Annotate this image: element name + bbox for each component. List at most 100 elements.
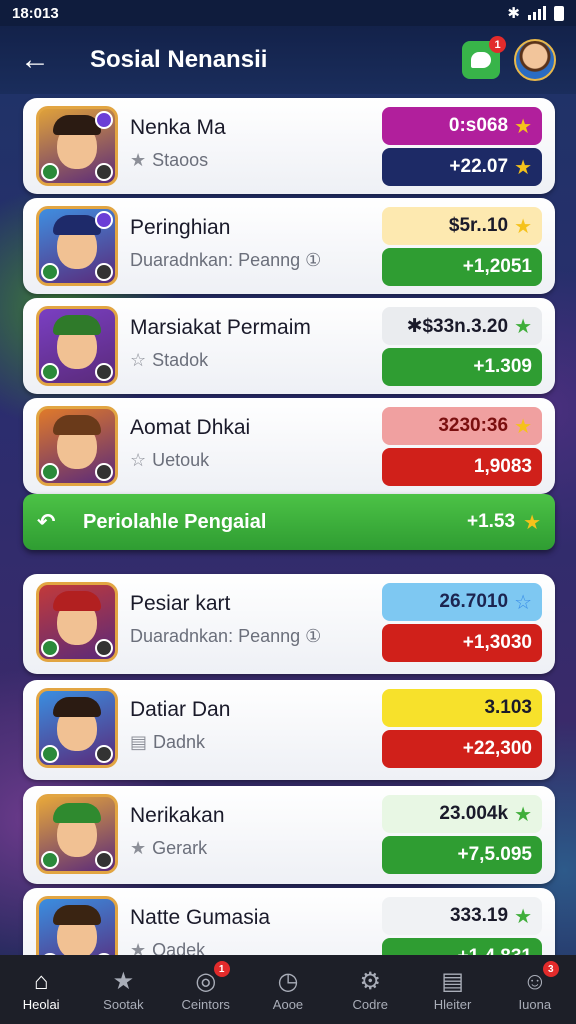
chat-icon: ▤ <box>130 732 148 752</box>
featured-banner[interactable]: ↶ Periolahle Pengaial +1.53 ★ <box>23 494 555 550</box>
nav-item[interactable]: ⌂ Heolai <box>0 955 82 1024</box>
game-subtitle-text: Dadnk <box>153 732 206 752</box>
nav-label: Iuona <box>518 997 552 1012</box>
game-name: Natte Gumasia <box>130 906 271 929</box>
check-icon <box>95 163 113 181</box>
app-header: ← Sosial Nenansii 1 <box>0 26 576 94</box>
game-subtitle-text: Duaradnkan: Peanng ① <box>130 250 322 270</box>
game-subtitle: ☆ Stadok <box>130 350 208 371</box>
game-icon[interactable] <box>36 206 118 286</box>
game-icon[interactable] <box>36 688 118 768</box>
star-icon: ★ <box>130 150 147 170</box>
score-value: 0:s068 <box>448 115 509 136</box>
character-hair <box>53 215 101 235</box>
nav-item[interactable]: ◷ Aooe <box>247 955 329 1024</box>
score-value: 3.103 <box>484 697 532 718</box>
level-icon <box>41 263 59 281</box>
game-card[interactable]: Aomat Dhkai ☆ Uetouk 3230:36 ★ 1,9083 <box>23 398 555 494</box>
game-subtitle-text: Gerark <box>152 838 208 858</box>
game-name: Pesiar kart <box>130 592 231 615</box>
back-arrow-icon[interactable]: ← <box>20 45 56 75</box>
game-subtitle: ★ Staoos <box>130 150 208 171</box>
nav-item[interactable]: ⚙ Codre <box>329 955 411 1024</box>
score-value: 333.19 <box>449 905 509 926</box>
game-card[interactable]: Peringhian Duaradnkan: Peanng ① $5r..10 ★ +1… <box>23 198 555 294</box>
nav-item[interactable]: ☺ Iuona 3 <box>494 955 576 1024</box>
star-icon: ★ <box>514 315 532 338</box>
avatar[interactable] <box>514 39 556 81</box>
score-pill[interactable]: 26.7010 ☆ <box>382 583 542 621</box>
reward-pill[interactable]: +22,300 <box>382 730 542 768</box>
check-icon <box>95 851 113 869</box>
check-icon <box>95 745 113 763</box>
game-icon[interactable] <box>36 406 118 486</box>
nav-label: Heolai <box>22 997 60 1012</box>
score-pill[interactable]: $5r..10 ★ <box>382 207 542 245</box>
nav-label: Codre <box>352 997 388 1012</box>
character-hair <box>53 697 101 717</box>
score-pill[interactable]: ✱$33n.3.20 ★ <box>382 307 542 345</box>
score-value: $5r..10 <box>448 215 509 236</box>
game-icon[interactable] <box>36 106 118 186</box>
game-subtitle-text: Stadok <box>152 350 209 370</box>
game-card[interactable]: Nerikakan ★ Gerark 23.004k ★ +7,5.095 <box>23 786 555 884</box>
score-value: 3230:36 <box>438 415 509 436</box>
game-subtitle: ☆ Uetouk <box>130 450 209 471</box>
nav-icon: ⚙ <box>359 968 382 995</box>
nav-label: Hleiter <box>433 997 472 1012</box>
level-icon <box>41 163 59 181</box>
status-time: 18:013 <box>12 4 59 22</box>
star-icon: ★ <box>514 215 532 238</box>
character-hair <box>53 591 101 611</box>
game-icon[interactable] <box>36 306 118 386</box>
reward-pill[interactable]: +7,5.095 <box>382 836 542 874</box>
star-icon: ★ <box>514 803 532 826</box>
bonus-icon <box>95 211 113 229</box>
score-pill[interactable]: 0:s068 ★ <box>382 107 542 145</box>
reward-pill[interactable]: +1,2051 <box>382 248 542 286</box>
featured-label: Periolahle Pengaial <box>83 510 267 533</box>
game-icon[interactable] <box>36 794 118 874</box>
reward-value: +22.07 <box>449 156 509 177</box>
level-icon <box>41 851 59 869</box>
nav-item[interactable]: ▤ Hleiter <box>411 955 493 1024</box>
page-title: Sosial Nenansii <box>90 46 268 73</box>
game-card[interactable]: Nenka Ma ★ Staoos 0:s068 ★ +22.07 ★ <box>23 98 555 194</box>
battery-icon <box>554 5 564 21</box>
chat-badge: 1 <box>489 36 506 53</box>
game-icon[interactable] <box>36 582 118 662</box>
nav-label: Aooe <box>272 997 304 1012</box>
check-icon <box>95 263 113 281</box>
chat-icon <box>471 52 491 68</box>
character-hair <box>53 315 101 335</box>
game-name: Nenka Ma <box>130 116 226 139</box>
game-subtitle-text: Uetouk <box>152 450 210 470</box>
game-name: Datiar Dan <box>130 698 231 721</box>
character-hair <box>53 415 101 435</box>
status-icons: ✱ <box>507 4 564 22</box>
chat-button[interactable]: 1 <box>462 36 506 79</box>
nav-icon: ★ <box>112 968 135 995</box>
game-subtitle: Duaradnkan: Peanng ① <box>130 250 321 271</box>
bottom-nav: ⌂ Heolai ★ Sootak ◎ Ceintors 1 ◷ Aooe ⚙ Codre ▤ Hlei… <box>0 955 576 1024</box>
game-name: Aomat Dhkai <box>130 416 251 439</box>
game-card[interactable]: Pesiar kart Duaradnkan: Peanng ① 26.7010 ☆ +… <box>23 574 555 674</box>
nav-item[interactable]: ◎ Ceintors 1 <box>165 955 247 1024</box>
reward-pill[interactable]: 1,9083 <box>382 448 542 486</box>
game-subtitle: ▤ Dadnk <box>130 732 205 753</box>
score-pill[interactable]: 3230:36 ★ <box>382 407 542 445</box>
game-card[interactable]: Marsiakat Permaim ☆ Stadok ✱$33n.3.20 ★ +1.30… <box>23 298 555 394</box>
nav-item[interactable]: ★ Sootak <box>82 955 164 1024</box>
reward-pill[interactable]: +22.07 ★ <box>382 148 542 186</box>
game-name: Nerikakan <box>130 804 225 827</box>
score-pill[interactable]: 333.19 ★ <box>382 897 542 935</box>
score-pill[interactable]: 3.103 <box>382 689 542 727</box>
reward-value: 1,9083 <box>473 456 532 477</box>
score-pill[interactable]: 23.004k ★ <box>382 795 542 833</box>
level-icon <box>41 639 59 657</box>
reward-pill[interactable]: +1.309 <box>382 348 542 386</box>
nav-label: Sootak <box>103 997 144 1012</box>
reward-pill[interactable]: +1,3030 <box>382 624 542 662</box>
game-card[interactable]: Datiar Dan ▤ Dadnk 3.103 +22,300 <box>23 680 555 780</box>
game-subtitle: ★ Gerark <box>130 838 207 859</box>
